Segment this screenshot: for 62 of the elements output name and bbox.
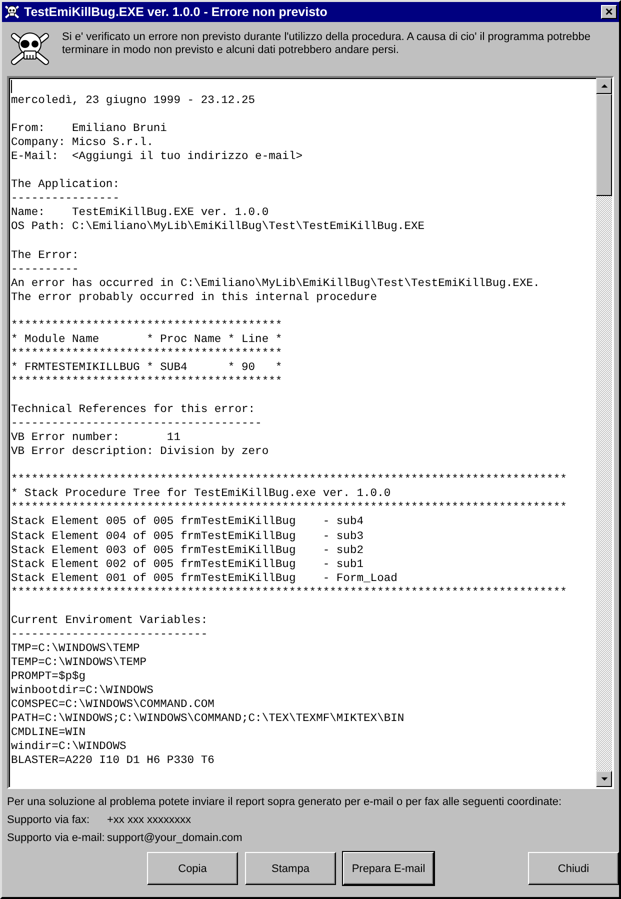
dialog-button[interactable]: Chiudi [528,852,619,885]
report-line: **************************************** [11,320,282,332]
report-line: PROMPT=$p$g [11,670,86,683]
report-line: An error has occurred in C:\Emiliano\MyLib\EmiKillBug\Test\TestEmiKillBug.EXE. [11,278,540,290]
report-line: ---------- [11,264,79,276]
report-line: COMSPEC=C:\WINDOWS\COMMAND.COM [11,699,214,712]
report-line: ----------------------------- [11,628,208,641]
report-line: The error probably occurred in this internal procedure [11,292,378,304]
contact-value: support@your_domain.com [107,832,242,844]
report-line: **************************************** [11,376,282,388]
report-line: **************************************** [11,348,282,360]
report-line: Technical References for this error: [11,404,256,416]
window-title: TestEmiKillBug.EXE ver. 1.0.0 - Errore non previsto [24,5,328,19]
close-button[interactable]: × [601,5,617,19]
text-cursor [11,80,12,93]
contact-label: Supporto via fax: [7,814,91,826]
report-line: E-Mail: <Aggiungi il tuo indirizzo e-mail> [11,151,303,164]
report-line: Name: TestEmiKillBug.EXE ver. 1.0.0 [11,207,269,220]
report-line: TMP=C:\WINDOWS\TEMP [11,642,140,655]
scrollbar[interactable] [596,78,612,787]
skull-icon [4,4,20,20]
report-line: ---------------- [11,193,120,206]
down-arrow-icon [600,777,608,781]
report-line: Stack Element 005 of 005 frmTestEmiKillBug - sub4 [11,516,364,528]
report-line: * Stack Procedure Tree for TestEmiKillBug.exe ver. 1.0.0 [11,488,391,500]
scrollbar-thumb[interactable] [596,94,612,196]
report-line: Company: Micso S.r.l. [11,137,154,150]
scroll-down-button[interactable] [596,771,612,787]
report-line: From: Emiliano Bruni [11,123,167,136]
report-line: Current Enviroment Variables: [11,614,208,627]
scroll-up-button[interactable] [596,78,612,94]
report-line: ********************************************************************************** [11,474,567,486]
report-line: PATH=C:\WINDOWS;C:\WINDOWS\COMMAND;C:\TEX\TEXMF\MIKTEX\BIN [11,713,404,726]
contact-label: Supporto via e-mail: [7,832,106,844]
report-line: VB Error description: Division by zero [11,446,269,458]
report-line: ********************************************************************************** [11,502,567,514]
instructions-text: Per una soluzione al problema potete inviare il report sopra generato per e-mail o per fax alle seguenti coordinate: [7,796,563,808]
report-line: CMDLINE=WIN [11,727,86,740]
report-line: The Error: [11,250,79,262]
report-text-area[interactable] [7,76,614,789]
report-line: ------------------------------------- [11,418,262,430]
report-line: VB Error number: 11 [11,432,180,444]
report-line: Stack Element 002 of 005 frmTestEmiKillBug - sub1 [11,558,364,571]
dialog-button[interactable]: Stampa [245,852,336,885]
report-line: mercoledì, 23 giugno 1999 - 23.12.25 [11,95,256,108]
report-line: Stack Element 003 of 005 frmTestEmiKillBug - sub2 [11,544,364,557]
error-message: Si e' verificato un errore non previsto durante l'utilizzo della procedura. A causa di cio' il programma potrebbe terminare in modo non previsto e alcuni dati potrebbero andare persi. [62,30,592,57]
contact-value: +xx xxx xxxxxxxx [107,814,192,826]
report-line: BLASTER=A220 I10 D1 H6 P330 T6 [11,755,214,768]
dialog-button[interactable]: Prepara E-mail [343,852,434,885]
report-line: windir=C:\WINDOWS [11,741,126,754]
report-line: Stack Element 001 of 005 frmTestEmiKillBug - Form_Load [11,572,398,585]
report-line: The Application: [11,179,120,192]
up-arrow-icon [600,84,608,88]
report-line: ********************************************************************************** [11,586,567,599]
report-line: winbootdir=C:\WINDOWS [11,685,154,698]
report-line: Stack Element 004 of 005 frmTestEmiKillBug - sub3 [11,530,364,542]
report-line: * FRMTESTEMIKILLBUG * SUB4 * 90 * [11,362,282,374]
dialog-button[interactable]: Copia [147,852,238,885]
report-line: TEMP=C:\WINDOWS\TEMP [11,656,147,669]
report-line: OS Path: C:\Emiliano\MyLib\EmiKillBug\Test\TestEmiKillBug.EXE [11,221,425,234]
report-line: * Module Name * Proc Name * Line * [11,334,282,346]
